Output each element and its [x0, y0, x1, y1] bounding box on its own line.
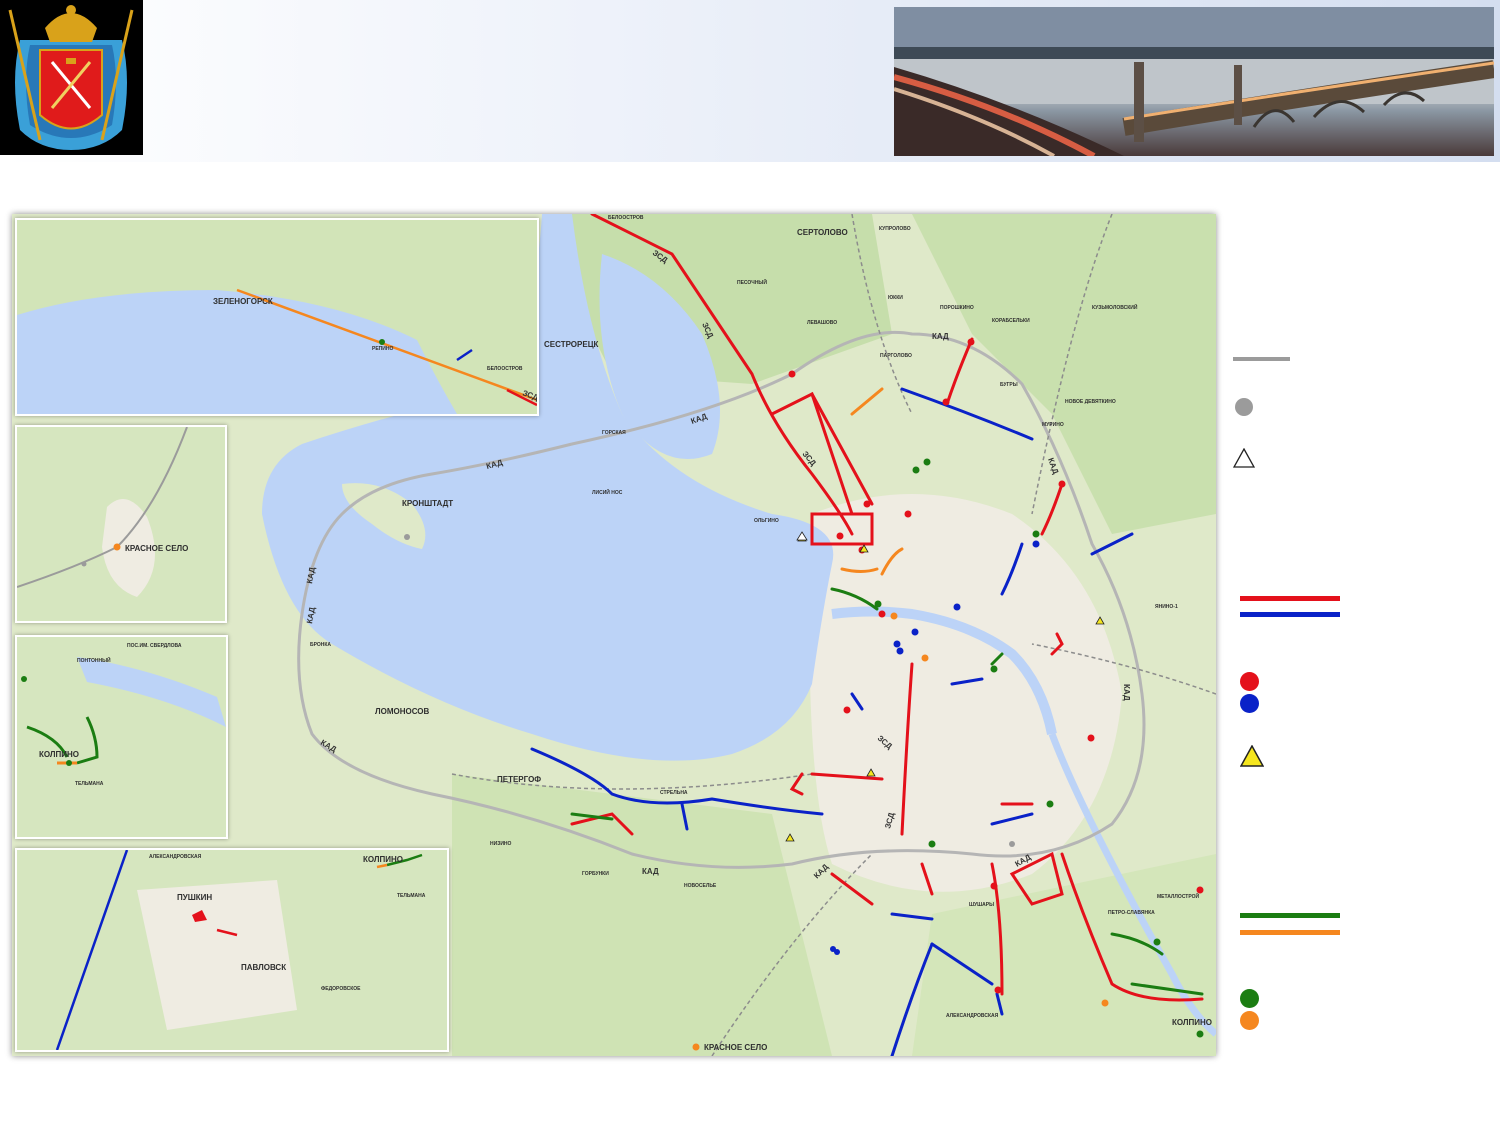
place-lisy-nos: ЛИСИЙ НОС — [592, 488, 623, 496]
inset-zelenogorsk: ЗЕЛЕНОГОРСК РЕПИНО БЕЛООСТРОВ ЗСД — [15, 218, 539, 416]
city-emblem — [0, 0, 143, 155]
inset-place-pavlovsk: ПАВЛОВСК — [241, 963, 286, 972]
place-olgino: ОЛЬГИНО — [754, 518, 779, 524]
place-strelna: СТРЕЛЬНА — [660, 790, 688, 796]
road-label-kad-east: КАД — [1122, 684, 1131, 701]
inset-place-zelenogorsk: ЗЕЛЕНОГОРСК — [213, 297, 273, 306]
place-levashovo: ЛЕВАШОВО — [807, 320, 837, 326]
place-yanino: ЯНИНО-1 — [1155, 604, 1178, 610]
place-shushary: ШУШАРЫ — [969, 902, 994, 908]
place-kuppolovo: КУПРОЛОВО — [879, 226, 911, 232]
main-map: ЗСД ЗСД ЗСД ЗСД ЗСД КАД КАД КАД КАД КАД … — [12, 214, 1216, 1056]
inset-krasnoe-selo: КРАСНОЕ СЕЛО — [15, 425, 227, 623]
place-murino: МУРИНО — [1042, 422, 1064, 428]
inset-place-kolpino: КОЛПИНО — [39, 750, 79, 759]
place-petergof: ПЕТЕРГОФ — [497, 775, 541, 784]
place-petro-slavyanka: ПЕТРО-СЛАВЯНКА — [1108, 910, 1155, 916]
legend-orange-line — [1240, 930, 1340, 935]
road-label-kad-south: КАД — [642, 867, 659, 876]
place-kolpino: КОЛПИНО — [1172, 1018, 1212, 1027]
inset-place-aleksandrovskaya: АЛЕКСАНДРОВСКАЯ — [149, 854, 202, 860]
place-aleksandrovskaya: АЛЕКСАНДРОВСКАЯ — [946, 1013, 999, 1019]
place-poroshkino: ПОРОШКИНО — [940, 305, 974, 311]
inset-place-fedorovskoe: ФЕДОРОВСКОЕ — [321, 986, 361, 992]
legend-red-circle — [1240, 672, 1259, 691]
place-sertolovo: СЕРТОЛОВО — [797, 228, 848, 237]
place-kuzmolovsky: КУЗЬМОЛОВСКИЙ — [1092, 303, 1138, 311]
inset-pushkin-pavlovsk: АЛЕКСАНДРОВСКАЯ ПУШКИН ПАВЛОВСК КОЛПИНО … — [15, 848, 449, 1052]
inset-place-repino: РЕПИНО — [372, 346, 393, 352]
city-photo — [894, 7, 1494, 156]
place-novoselye: НОВОСЕЛЬЕ — [684, 883, 717, 889]
place-nizino: НИЗИНО — [490, 841, 512, 847]
legend-yellow-triangle — [1239, 744, 1265, 772]
place-gorbunki: ГОРБУНКИ — [582, 871, 609, 877]
inset-place-pontonny: ПОНТОННЫЙ — [77, 656, 111, 664]
legend-blue-circle — [1240, 694, 1259, 713]
legend-gray-line — [1233, 357, 1290, 361]
inset-place-telmana: ТЕЛЬМАНА — [75, 781, 104, 787]
place-lomonosov: ЛОМОНОСОВ — [375, 707, 430, 716]
inset-place-beloostrov: БЕЛООСТРОВ — [487, 366, 523, 372]
place-korabselki: КОРАБСЕЛЬКИ — [992, 318, 1030, 324]
legend-blue-line — [1240, 612, 1340, 617]
place-novoe-devyatkino: НОВОЕ ДЕВЯТКИНО — [1065, 399, 1116, 405]
legend-red-line — [1240, 596, 1340, 601]
legend-green-line — [1240, 913, 1340, 918]
inset-place-krasnoe-selo: КРАСНОЕ СЕЛО — [125, 544, 188, 553]
place-pesochny: ПЕСОЧНЫЙ — [737, 278, 767, 286]
place-sestroretsk: СЕСТРОРЕЦК — [544, 340, 599, 349]
inset-place-pos-sverdlova: ПОС.ИМ. СВЕРДЛОВА — [127, 643, 182, 649]
place-beloostrov-top: БЕЛООСТРОВ — [608, 215, 644, 221]
inset-place-kolpino-2: КОЛПИНО — [363, 855, 403, 864]
legend-white-triangle — [1232, 447, 1256, 473]
inset-place-pushkin: ПУШКИН — [177, 893, 212, 902]
legend-orange-circle — [1240, 1011, 1259, 1030]
inset-place-telmana-2: ТЕЛЬМАНА — [397, 893, 426, 899]
inset-kolpino: ПОС.ИМ. СВЕРДЛОВА ПОНТОННЫЙ КОЛПИНО ТЕЛЬ… — [15, 635, 228, 839]
place-gorskaya: ГОРСКАЯ — [602, 430, 626, 436]
place-metallostroy: МЕТАЛЛОСТРОЙ — [1157, 892, 1200, 900]
place-bugry: БУГРЫ — [1000, 382, 1018, 388]
road-label-kad-north: КАД — [932, 332, 949, 341]
place-bronka: БРОНКА — [310, 642, 331, 648]
place-krasnoe-selo: КРАСНОЕ СЕЛО — [704, 1043, 767, 1052]
legend-gray-circle — [1235, 398, 1253, 416]
place-pargolovo: ПАРГОЛОВО — [880, 353, 912, 359]
place-kronshtadt: КРОНШТАДТ — [402, 499, 453, 508]
legend-green-circle — [1240, 989, 1259, 1008]
place-yukki: ЮККИ — [888, 295, 903, 301]
